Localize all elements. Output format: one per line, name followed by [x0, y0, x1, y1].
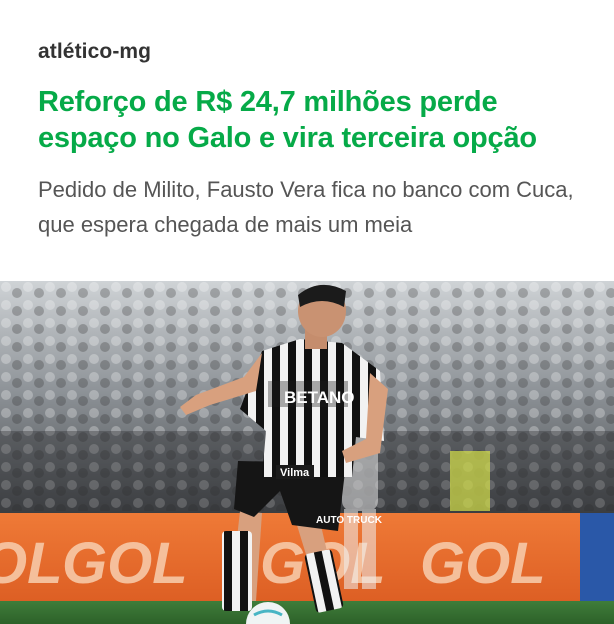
svg-text:OL: OL — [0, 531, 63, 596]
svg-text:GOL: GOL — [420, 531, 546, 596]
sleeve-sponsor: Vilma — [280, 467, 310, 479]
pitch-grass — [0, 601, 614, 624]
subheadline: Pedido de Milito, Fausto Vera fica no ba… — [38, 177, 574, 237]
section-label[interactable]: atlético-mg — [38, 40, 151, 64]
board-text: GOL — [62, 531, 188, 596]
shorts-sponsor: AUTO TRUCK — [316, 515, 383, 526]
player-photo-illustration: OL GOL GOL GOL — [0, 281, 614, 624]
jersey-sponsor: BETANO — [284, 388, 355, 407]
article-photo[interactable]: OL GOL GOL GOL — [0, 281, 614, 624]
article-card[interactable]: atlético-mg Reforço de R$ 24,7 milhões p… — [0, 0, 614, 624]
headline[interactable]: Reforço de R$ 24,7 milhões perde espaço … — [38, 84, 598, 156]
